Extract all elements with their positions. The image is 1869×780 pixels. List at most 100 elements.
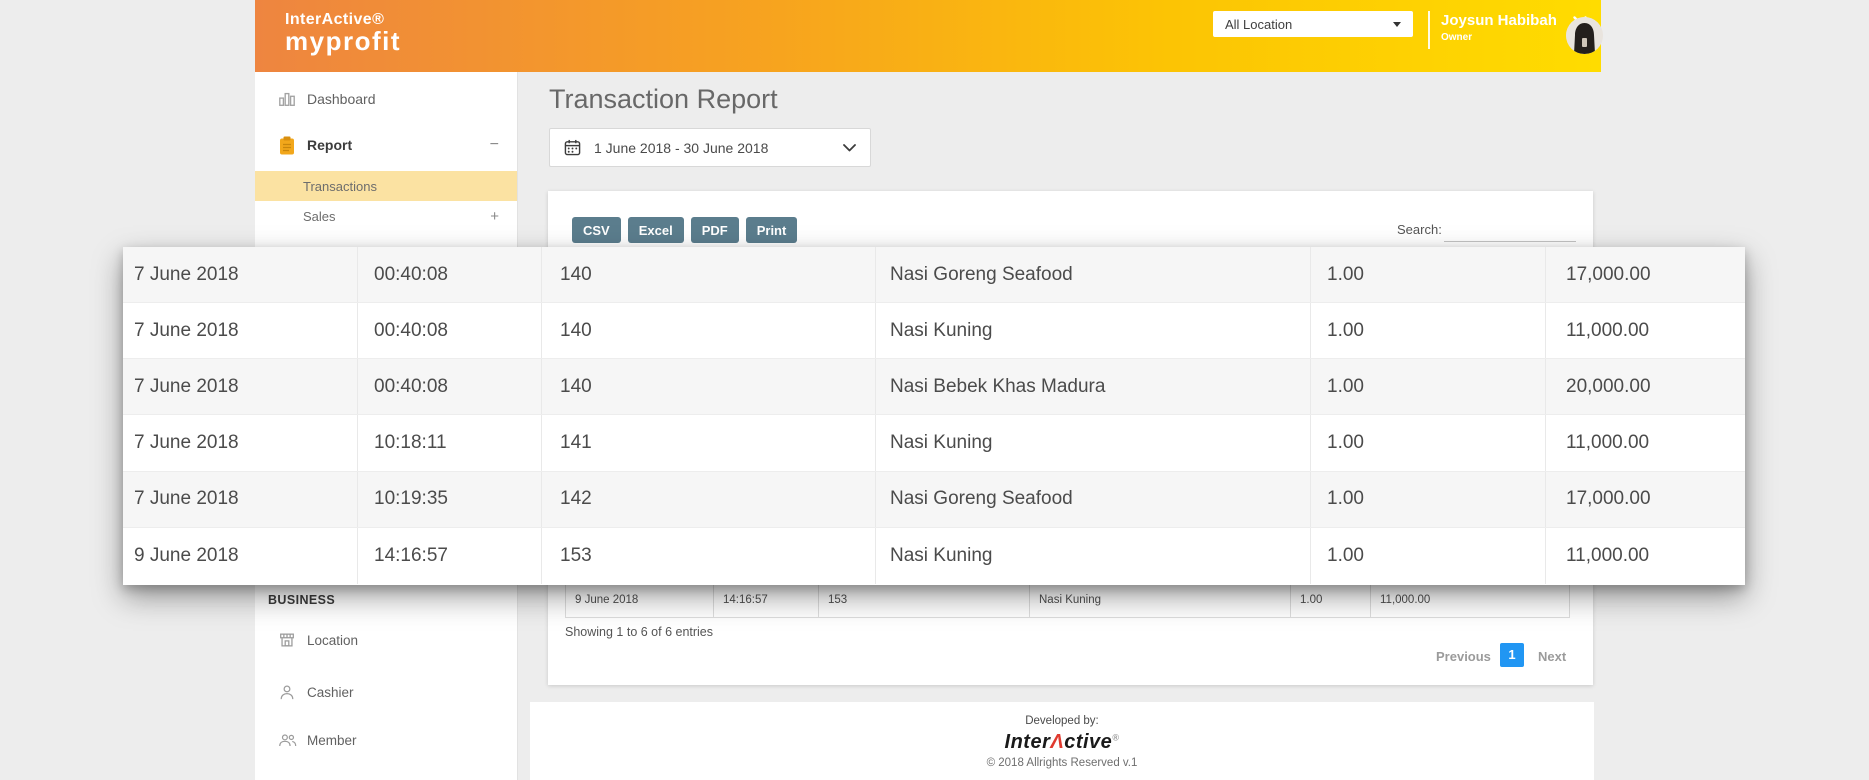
cell-date: 7 June 2018: [123, 247, 358, 302]
cell-date: 7 June 2018: [123, 415, 358, 470]
entries-summary: Showing 1 to 6 of 6 entries: [565, 625, 713, 639]
cell-qty: 1.00: [1311, 472, 1546, 527]
store-icon: [277, 631, 297, 649]
avatar[interactable]: [1566, 17, 1603, 54]
table-row: 7 June 2018 10:18:11 141 Nasi Kuning 1.0…: [123, 415, 1745, 471]
app-root: InterActive® myprofit All Location Joysu…: [0, 0, 1869, 780]
collapse-minus-icon[interactable]: −: [490, 136, 499, 154]
cell-receipt: 140: [542, 247, 876, 302]
export-buttons: CSV Excel PDF Print: [572, 217, 797, 243]
sidebar-item-transactions[interactable]: Transactions: [255, 171, 517, 201]
sidebar-item-member[interactable]: Member: [255, 725, 517, 755]
cell-time: 14:16:57: [358, 528, 542, 584]
bar-chart-icon: [277, 90, 297, 108]
cell-amount: 17,000.00: [1546, 247, 1745, 302]
csv-button[interactable]: CSV: [572, 217, 621, 243]
brand-letter-a: Λ: [1050, 731, 1064, 753]
date-range-selector[interactable]: 1 June 2018 - 30 June 2018: [549, 128, 871, 167]
location-select[interactable]: All Location: [1213, 11, 1413, 37]
cell-qty: 1.00: [1311, 247, 1546, 302]
cell-time: 10:18:11: [358, 415, 542, 470]
sidebar-section-business: BUSINESS: [268, 593, 335, 607]
cell-amount: 17,000.00: [1546, 472, 1745, 527]
sidebar-item-sales[interactable]: Sales +: [255, 201, 517, 231]
cell-item: Nasi Kuning: [876, 415, 1311, 470]
chevron-down-icon: [843, 144, 856, 152]
sidebar-item-label: Cashier: [307, 685, 354, 700]
user-menu[interactable]: Joysun Habibah Owner: [1441, 12, 1587, 43]
table-row: 7 June 2018 00:40:08 140 Nasi Bebek Khas…: [123, 359, 1745, 415]
expand-plus-icon[interactable]: +: [490, 208, 499, 225]
cell-receipt: 140: [542, 359, 876, 414]
magnified-table-overlay: 7 June 2018 00:40:08 140 Nasi Goreng Sea…: [123, 247, 1745, 585]
location-select-value: All Location: [1225, 17, 1292, 32]
sidebar-item-dashboard[interactable]: Dashboard: [255, 84, 517, 114]
avatar-photo-icon: [1566, 17, 1603, 54]
page-title: Transaction Report: [549, 84, 778, 115]
pdf-button[interactable]: PDF: [691, 217, 739, 243]
cell-time: 10:19:35: [358, 472, 542, 527]
sidebar-item-label: Report: [307, 137, 352, 153]
user-name: Joysun Habibah: [1441, 12, 1557, 29]
pagination-page-1[interactable]: 1: [1500, 643, 1524, 667]
cell-item: Nasi Kuning: [1030, 584, 1291, 617]
cell-receipt: 140: [542, 303, 876, 358]
cell-date: 9 June 2018: [566, 584, 714, 617]
sidebar-item-label: Sales: [303, 209, 336, 224]
copyright-text: © 2018 Allrights Reserved v.1: [530, 757, 1594, 769]
table-row: 7 June 2018 10:19:35 142 Nasi Goreng Sea…: [123, 472, 1745, 528]
pagination-next[interactable]: Next: [1538, 649, 1566, 664]
app-logo: InterActive® myprofit: [285, 11, 401, 55]
date-range-value: 1 June 2018 - 30 June 2018: [594, 140, 768, 156]
search-label: Search:: [1397, 222, 1442, 237]
print-button[interactable]: Print: [746, 217, 798, 243]
sidebar-item-cashier[interactable]: Cashier: [255, 677, 517, 707]
people-icon: [277, 732, 297, 748]
cell-item: Nasi Kuning: [876, 303, 1311, 358]
caret-down-icon: [1393, 22, 1401, 27]
header-divider: [1428, 11, 1430, 49]
sidebar-item-location[interactable]: Location: [255, 625, 517, 655]
cell-date: 7 June 2018: [123, 359, 358, 414]
sidebar-item-label: Dashboard: [307, 91, 376, 107]
user-role: Owner: [1441, 32, 1587, 43]
cell-amount: 11,000.00: [1546, 528, 1745, 584]
cell-qty: 1.00: [1311, 303, 1546, 358]
search-input[interactable]: [1444, 215, 1576, 242]
clipboard-icon: [277, 136, 297, 155]
sidebar-item-label: Transactions: [303, 179, 377, 194]
cell-item: Nasi Goreng Seafood: [876, 472, 1311, 527]
cell-time: 00:40:08: [358, 247, 542, 302]
cell-amount: 11,000.00: [1546, 303, 1745, 358]
cell-date: 7 June 2018: [123, 303, 358, 358]
cell-qty: 1.00: [1311, 359, 1546, 414]
cell-amount: 11,000.00: [1371, 584, 1569, 617]
calendar-icon: [564, 139, 581, 156]
sidebar-item-report[interactable]: Report −: [255, 130, 517, 160]
table-row: 9 June 2018 14:16:57 153 Nasi Kuning 1.0…: [123, 528, 1745, 584]
table-row: 7 June 2018 00:40:08 140 Nasi Kuning 1.0…: [123, 303, 1745, 359]
cell-date: 7 June 2018: [123, 472, 358, 527]
cell-qty: 1.00: [1311, 528, 1546, 584]
cell-qty: 1.00: [1311, 415, 1546, 470]
developed-by-label: Developed by:: [530, 702, 1594, 727]
cell-amount: 11,000.00: [1546, 415, 1745, 470]
cell-amount: 20,000.00: [1546, 359, 1745, 414]
cell-receipt: 153: [542, 528, 876, 584]
top-header: InterActive® myprofit All Location Joysu…: [255, 0, 1601, 72]
cell-date: 9 June 2018: [123, 528, 358, 584]
excel-button[interactable]: Excel: [628, 217, 684, 243]
cell-time: 00:40:08: [358, 303, 542, 358]
cell-receipt: 153: [819, 584, 1030, 617]
cell-receipt: 142: [542, 472, 876, 527]
table-row: 7 June 2018 00:40:08 140 Nasi Goreng Sea…: [123, 247, 1745, 303]
brand-text-pre: Inter: [1005, 731, 1051, 753]
cell-item: Nasi Kuning: [876, 528, 1311, 584]
logo-line-myprofit: myprofit: [285, 27, 401, 56]
registered-mark: ®: [1112, 732, 1119, 742]
person-icon: [277, 684, 297, 701]
pagination-previous[interactable]: Previous: [1436, 649, 1491, 664]
cell-item: Nasi Goreng Seafood: [876, 247, 1311, 302]
cell-time: 14:16:57: [714, 584, 819, 617]
sidebar-item-label: Location: [307, 633, 358, 648]
